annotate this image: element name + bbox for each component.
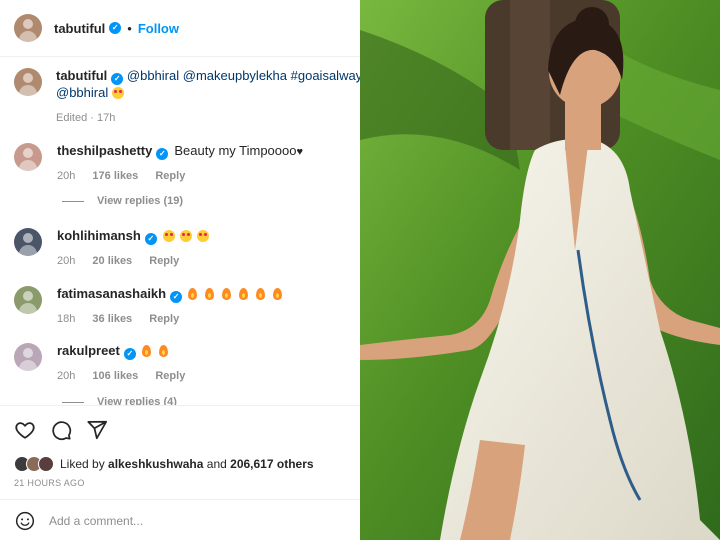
heart-eyes-emoji-icon (162, 230, 175, 242)
comment-meta: 20h 106 likes Reply (57, 370, 199, 382)
photo-illustration (360, 0, 720, 540)
comment-item: rakulpreet ✓ 20h 106 likes Reply (14, 343, 360, 382)
fire-emoji-icon (158, 345, 168, 357)
comment-username[interactable]: theshilpashetty (57, 143, 152, 158)
comment-text-row: fatimasanashaikh ✓ (57, 286, 290, 303)
comment-time: 20h (57, 255, 76, 267)
caption-avatar[interactable] (14, 68, 42, 96)
comment-text-row: kohlihimansh ✓ (57, 228, 214, 245)
comment-item: kohlihimansh ✓ 20h 20 likes Reply (14, 228, 360, 267)
caption-line-2: @bbhiral (56, 85, 360, 100)
trunk-highlight (510, 0, 550, 150)
comment-likes[interactable]: 176 likes (92, 170, 138, 182)
comment-avatar[interactable] (14, 343, 42, 371)
heart-eyes-emoji-icon (196, 230, 209, 242)
view-replies-button[interactable]: View replies (19) (62, 195, 183, 207)
liked-by-connector: and (206, 457, 227, 471)
verified-badge-icon: ✓ (109, 22, 122, 34)
comment-meta: 18h 36 likes Reply (57, 313, 290, 325)
comment-avatar[interactable] (14, 286, 42, 314)
comment-text-row: rakulpreet ✓ (57, 343, 199, 360)
comment-emoji-group (188, 286, 290, 301)
author-avatar[interactable] (14, 14, 42, 42)
fire-emoji-icon (273, 288, 283, 300)
fire-emoji-icon (141, 345, 151, 357)
comment-item: theshilpashetty ✓ Beauty my Timpoooo♥ 20h … (14, 143, 360, 182)
post-header: tabutiful ✓ • Follow (0, 0, 360, 56)
post-photo[interactable] (360, 0, 720, 540)
comment-username[interactable]: rakulpreet (57, 343, 120, 358)
comment-text: Beauty my Timpoooo (174, 143, 297, 158)
caption-time: 17h (97, 112, 116, 124)
liked-by-user[interactable]: alkeshkushwaha (108, 457, 203, 471)
fire-emoji-icon (222, 288, 232, 300)
action-icon-row (14, 419, 108, 441)
comment-avatar[interactable] (14, 228, 42, 256)
verified-badge-icon: ✓ (156, 148, 169, 160)
post-actions: Liked by alkeshkushwaha and 206,617 othe… (0, 405, 360, 540)
follow-button[interactable]: Follow (138, 21, 179, 36)
comment-item: fatimasanashaikh ✓ 18h 36 likes Reply (14, 286, 360, 325)
neck (565, 100, 601, 150)
comment-meta: 20h 20 likes Reply (57, 255, 214, 267)
reply-button[interactable]: Reply (155, 370, 185, 382)
liked-by-row: Liked by alkeshkushwaha and 206,617 othe… (14, 456, 314, 472)
comment-text-row: theshilpashetty ✓ Beauty my Timpoooo♥ (57, 143, 303, 160)
reply-button[interactable]: Reply (149, 255, 179, 267)
comment-username[interactable]: kohlihimansh (57, 228, 141, 243)
header-separator: • (127, 20, 132, 36)
heart-eyes-emoji-icon (111, 87, 124, 99)
heart-eyes-emoji-icon (179, 230, 192, 242)
share-icon[interactable] (86, 419, 108, 441)
likes-count[interactable]: 206,617 others (230, 457, 313, 471)
edited-label: Edited (56, 112, 88, 124)
hair-bun (575, 7, 609, 41)
comment-time: 18h (57, 313, 76, 325)
fire-emoji-icon (239, 288, 249, 300)
liked-by-prefix: Liked by (60, 457, 105, 471)
verified-badge-icon: ✓ (170, 291, 183, 303)
reply-button[interactable]: Reply (155, 170, 185, 182)
comment-emoji-group (162, 228, 214, 243)
add-comment-input[interactable] (49, 513, 329, 528)
comment-icon[interactable] (50, 419, 72, 441)
comment-likes[interactable]: 20 likes (92, 255, 132, 267)
header-divider (0, 56, 360, 57)
comment-username[interactable]: fatimasanashaikh (57, 286, 166, 301)
caption-hashtag[interactable]: #goaisalwaysgo (291, 68, 360, 83)
caption-username[interactable]: tabutiful (56, 68, 107, 83)
post-caption: tabutiful ✓ @bbhiral @makeupbylekha #goai… (14, 68, 360, 124)
caption-mention[interactable]: @makeupbylekha (183, 68, 287, 83)
comment-likes[interactable]: 36 likes (92, 313, 132, 325)
fire-emoji-icon (256, 288, 266, 300)
comment-likes[interactable]: 106 likes (92, 370, 138, 382)
liker-avatar (38, 456, 54, 472)
liker-avatars (14, 456, 54, 472)
emoji-icon[interactable] (14, 510, 36, 532)
comment-time: 20h (57, 370, 76, 382)
heart-icon[interactable] (14, 419, 36, 441)
comments-panel: tabutiful ✓ • Follow tabutiful ✓ @bbhiral… (0, 0, 360, 540)
caption-meta: Edited · 17h (56, 112, 360, 124)
comment-emoji-group (141, 343, 176, 358)
add-comment-bar (0, 499, 360, 540)
comment-time: 20h (57, 170, 76, 182)
comment-meta: 20h 176 likes Reply (57, 170, 303, 182)
verified-badge-icon: ✓ (144, 233, 157, 245)
post-timestamp: 21 HOURS AGO (14, 478, 85, 488)
instagram-post: tabutiful ✓ • Follow tabutiful ✓ @bbhiral… (0, 0, 720, 540)
meta-separator: · (90, 112, 94, 124)
black-heart-icon: ♥ (296, 146, 304, 158)
reply-button[interactable]: Reply (149, 313, 179, 325)
verified-badge-icon: ✓ (111, 73, 124, 85)
verified-badge-icon: ✓ (123, 348, 136, 360)
fire-emoji-icon (188, 288, 198, 300)
fire-emoji-icon (205, 288, 215, 300)
comment-avatar[interactable] (14, 143, 42, 171)
caption-line-1: tabutiful ✓ @bbhiral @makeupbylekha #goai… (56, 68, 360, 85)
caption-mention[interactable]: @bbhiral (56, 85, 108, 100)
author-username[interactable]: tabutiful (54, 21, 105, 36)
caption-mention[interactable]: @bbhiral (127, 68, 179, 83)
